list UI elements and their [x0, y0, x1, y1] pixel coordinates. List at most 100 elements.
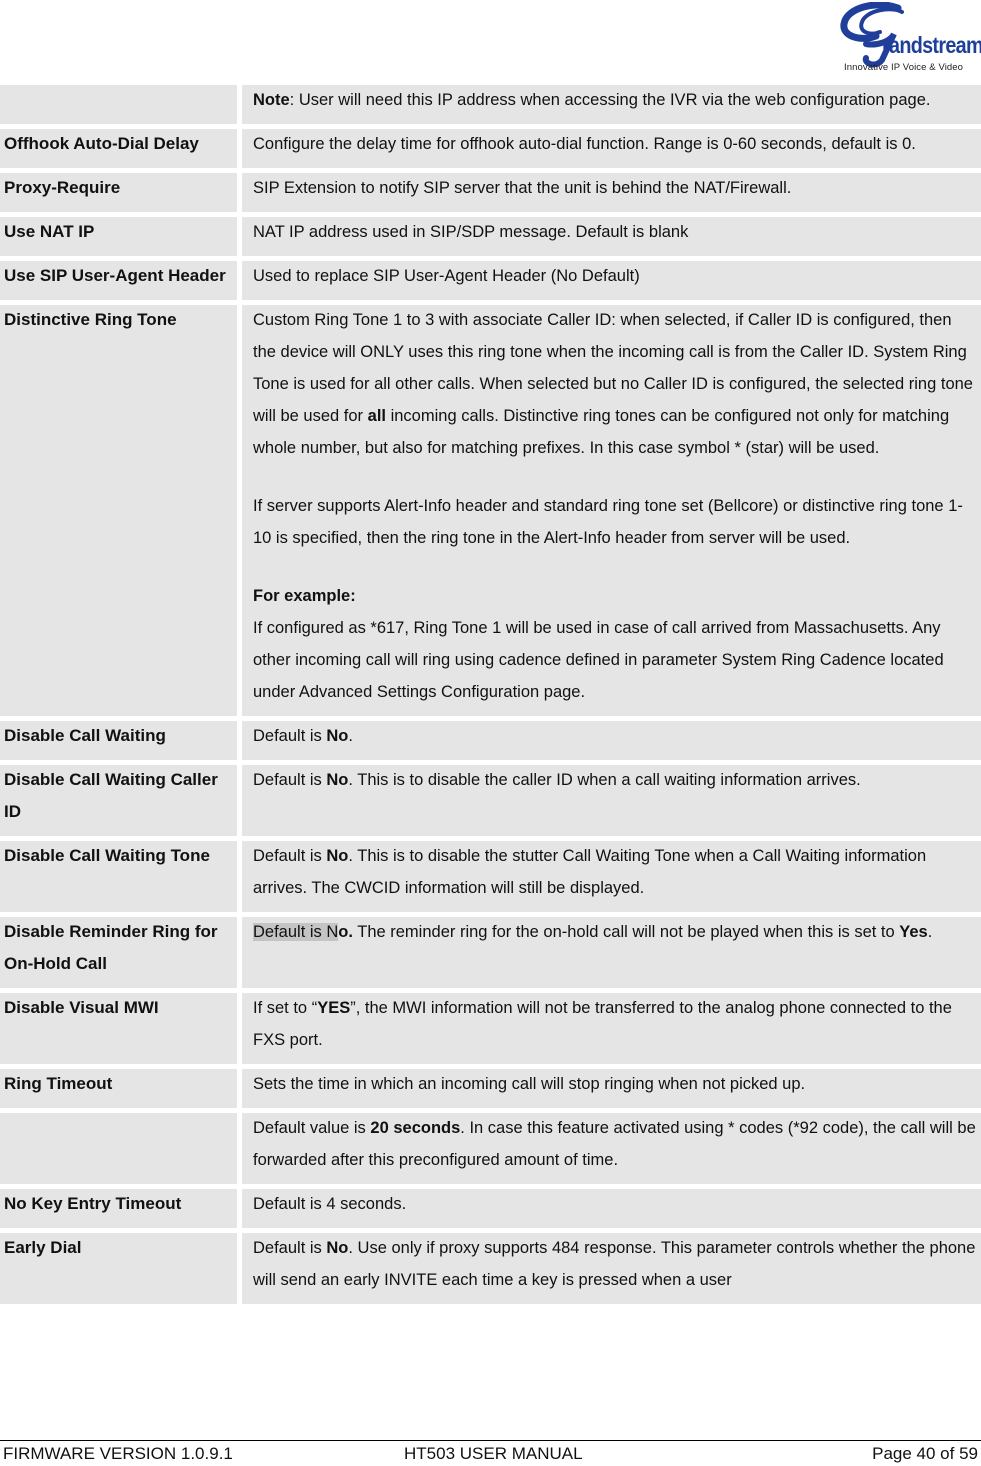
bold-text: No [326, 727, 349, 745]
parameter-description: Default is No. This is to disable the ca… [253, 764, 977, 796]
parameter-name: Offhook Auto-Dial Delay [4, 134, 199, 153]
text-run: Default is [253, 727, 327, 745]
parameter-name-cell: Disable Call Waiting [0, 721, 237, 760]
parameter-description-cell: Custom Ring Tone 1 to 3 with associate C… [242, 305, 981, 716]
parameter-name-cell: Use NAT IP [0, 217, 237, 256]
text-run: Sets the time in which an incoming call … [253, 1075, 806, 1093]
bold-text: No [326, 1239, 349, 1257]
table-row: No Key Entry Timeout Default is 4 seconds… [0, 1189, 981, 1228]
footer-page-number: Page 40 of 59 [872, 1444, 978, 1463]
parameter-name-cell: Use SIP User-Agent Header [0, 261, 237, 300]
parameter-name-cell [0, 85, 237, 124]
footer-firmware-version: FIRMWARE VERSION 1.0.9.1 [3, 1444, 233, 1463]
parameter-description: SIP Extension to notify SIP server that … [253, 172, 977, 204]
text-run: . This is to disable the caller ID when … [348, 771, 861, 789]
parameter-description: Default is No. Use only if proxy support… [253, 1232, 977, 1296]
parameter-description-cell: Configure the delay time for offhook aut… [242, 129, 981, 168]
parameter-description: Default value is 20 seconds. In case thi… [253, 1112, 977, 1176]
parameter-description-cell: Default is No. [242, 721, 981, 760]
text-run: . [927, 923, 933, 941]
table-row: Default value is 20 seconds. In case thi… [0, 1113, 981, 1184]
parameter-description-cell: Default is No. This is to disable the st… [242, 841, 981, 912]
parameter-name-cell: No Key Entry Timeout [0, 1189, 237, 1228]
text-run: The reminder ring for the on-hold call w… [352, 923, 900, 941]
parameter-description-cell: Default is No. The reminder ring for the… [242, 917, 981, 988]
parameter-name: Early Dial [4, 1238, 82, 1257]
parameter-description-cell: Default is 4 seconds. [242, 1189, 981, 1228]
logo-tagline: Innovative IP Voice & Video [844, 62, 964, 73]
table-row: Disable Visual MWI If set to “YES”, the M… [0, 993, 981, 1064]
description-paragraph: Custom Ring Tone 1 to 3 with associate C… [253, 304, 977, 464]
parameter-name-cell: Disable Call Waiting Caller ID [0, 765, 237, 836]
parameter-name-cell: Offhook Auto-Dial Delay [0, 129, 237, 168]
parameter-name: Disable Visual MWI [4, 998, 159, 1017]
parameter-description: Note: User will need this IP address whe… [253, 84, 977, 116]
parameter-table: Note: User will need this IP address whe… [0, 85, 981, 1309]
parameter-name-cell: Proxy-Require [0, 173, 237, 212]
text-run: . This is to disable the stutter Call Wa… [253, 847, 927, 897]
text-run: : User will need this IP address when ac… [289, 91, 931, 109]
table-row: Distinctive Ring Tone Custom Ring Tone 1 … [0, 305, 981, 716]
logo-wordmark: randstream [882, 32, 981, 58]
table-row: Proxy-Require SIP Extension to notify SIP… [0, 173, 981, 212]
parameter-description: Sets the time in which an incoming call … [253, 1068, 977, 1100]
parameter-description-cell: Default value is 20 seconds. In case thi… [242, 1113, 981, 1184]
text-run: Used to replace SIP User-Agent Header (N… [253, 267, 640, 285]
parameter-description-cell: Default is No. Use only if proxy support… [242, 1233, 981, 1304]
parameter-name: Disable Call Waiting Caller ID [4, 770, 218, 821]
bold-text: 20 seconds [370, 1119, 461, 1137]
text-run: Default is [253, 1239, 327, 1257]
parameter-description-cell: Sets the time in which an incoming call … [242, 1069, 981, 1108]
text-run: Default is [253, 771, 327, 789]
table-row: Disable Call Waiting Caller ID Default is… [0, 765, 981, 836]
parameter-name-cell: Disable Reminder Ring for On-Hold Call [0, 917, 237, 988]
parameter-description-cell: Used to replace SIP User-Agent Header (N… [242, 261, 981, 300]
text-run: If server supports Alert-Info header and… [253, 497, 963, 547]
text-run: Default is 4 seconds. [253, 1195, 407, 1213]
parameter-name: Use NAT IP [4, 222, 95, 241]
parameter-description: Default is No. [253, 720, 977, 752]
bold-text: o. [338, 923, 353, 941]
text-run: Configure the delay time for offhook aut… [253, 135, 916, 153]
table-row: Offhook Auto-Dial Delay Configure the del… [0, 129, 981, 168]
bold-text: Note [253, 91, 290, 109]
bold-text: No [326, 771, 349, 789]
parameter-name: Proxy-Require [4, 178, 121, 197]
text-run: . [348, 727, 353, 745]
text-run: If set to “ [253, 999, 318, 1017]
parameter-description-cell: Note: User will need this IP address whe… [242, 85, 981, 124]
text-run: Default value is [253, 1119, 371, 1137]
parameter-name: Disable Call Waiting Tone [4, 846, 210, 865]
table-row: Use NAT IP NAT IP address used in SIP/SDP… [0, 217, 981, 256]
description-paragraph: If server supports Alert-Info header and… [253, 490, 977, 554]
highlighted-text: Default is N [253, 923, 339, 941]
parameter-description: Default is 4 seconds. [253, 1188, 977, 1220]
table-row: Early Dial Default is No. Use only if pro… [0, 1233, 981, 1304]
parameter-description: Used to replace SIP User-Agent Header (N… [253, 260, 977, 292]
bold-text: Yes [899, 923, 928, 941]
table-row: Note: User will need this IP address whe… [0, 85, 981, 124]
parameter-name-cell [0, 1113, 237, 1184]
text-run: SIP Extension to notify SIP server that … [253, 179, 792, 197]
text-run: NAT IP address used in SIP/SDP message. … [253, 223, 689, 241]
parameter-name: Disable Call Waiting [4, 726, 166, 745]
bold-text: No [326, 847, 349, 865]
table-row: Ring Timeout Sets the time in which an in… [0, 1069, 981, 1108]
parameter-name-cell: Distinctive Ring Tone [0, 305, 237, 716]
text-run: ”, the MWI information will not be trans… [253, 999, 952, 1049]
footer-manual-title: HT503 USER MANUAL [404, 1444, 583, 1463]
parameter-description: Default is No. This is to disable the st… [253, 840, 977, 904]
parameter-description-cell: Default is No. This is to disable the ca… [242, 765, 981, 836]
parameter-description-cell: If set to “YES”, the MWI information wil… [242, 993, 981, 1064]
parameter-name-cell: Disable Visual MWI [0, 993, 237, 1064]
table-row: Disable Call Waiting Default is No. [0, 721, 981, 760]
parameter-description: If set to “YES”, the MWI information wil… [253, 992, 977, 1056]
bold-text: YES [317, 999, 351, 1017]
table-row: Use SIP User-Agent Header Used to replace… [0, 261, 981, 300]
parameter-description: NAT IP address used in SIP/SDP message. … [253, 216, 977, 248]
description-paragraph: For example: If configured as *617, Ring … [253, 580, 977, 708]
parameter-name-cell: Ring Timeout [0, 1069, 237, 1108]
grandstream-logo: randstream Innovative IP Voice & Video [836, 2, 981, 74]
parameter-name: No Key Entry Timeout [4, 1194, 182, 1213]
table-row: Disable Reminder Ring for On-Hold Call De… [0, 917, 981, 988]
